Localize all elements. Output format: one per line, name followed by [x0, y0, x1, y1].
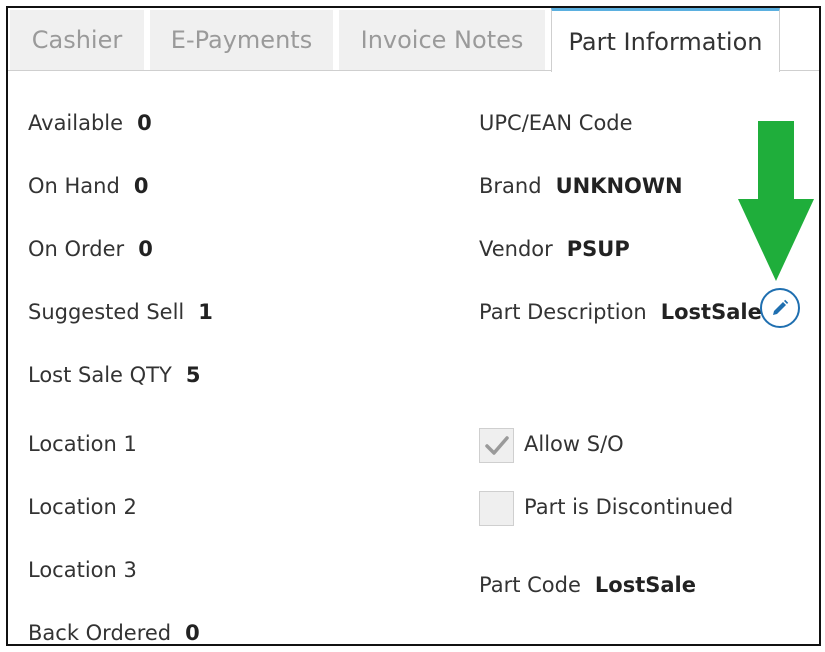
- checkmark-icon: [485, 436, 509, 455]
- discontinued-label: Part is Discontinued: [524, 495, 734, 519]
- tab-label: Cashier: [31, 26, 123, 54]
- brand-field: Brand UNKNOWN: [479, 174, 683, 198]
- field-value: 0: [138, 237, 153, 261]
- tab-e-payments[interactable]: E-Payments: [150, 10, 333, 70]
- field-label: Location 1: [28, 432, 137, 456]
- part-description-field: Part Description LostSale: [479, 300, 762, 324]
- suggested-sell-field: Suggested Sell 1: [28, 300, 213, 324]
- field-value: LostSale: [594, 573, 696, 597]
- location-3-field: Location 3: [28, 558, 151, 582]
- field-value: 0: [133, 174, 149, 198]
- lost-sale-qty-field: Lost Sale QTY 5: [28, 363, 200, 387]
- field-value: UNKNOWN: [555, 174, 683, 198]
- tab-label: Part Information: [568, 27, 763, 56]
- field-value: 5: [185, 363, 201, 387]
- vendor-field: Vendor PSUP: [479, 237, 630, 261]
- field-label: Back Ordered: [28, 621, 172, 645]
- location-2-field: Location 2: [28, 495, 151, 519]
- part-code-field: Part Code LostSale: [479, 573, 696, 597]
- field-label: Part Description: [479, 300, 647, 324]
- field-label: Location 2: [28, 495, 137, 519]
- field-label: On Hand: [28, 174, 120, 198]
- back-ordered-field: Back Ordered 0: [28, 621, 200, 645]
- field-value: LostSale: [660, 300, 762, 324]
- field-label: Available: [28, 111, 124, 135]
- part-info-panel: Cashier E-Payments Invoice Notes Part In…: [6, 6, 821, 646]
- field-label: Part Code: [479, 573, 581, 597]
- on-order-field: On Order 0: [28, 237, 153, 261]
- edit-description-button[interactable]: [760, 288, 800, 328]
- location-1-field: Location 1: [28, 432, 151, 456]
- field-value: PSUP: [566, 237, 630, 261]
- allow-so-label: Allow S/O: [524, 432, 624, 456]
- tab-cashier[interactable]: Cashier: [10, 10, 144, 70]
- field-label: Location 3: [28, 558, 137, 582]
- down-arrow-icon: [738, 121, 814, 281]
- tab-invoice-notes[interactable]: Invoice Notes: [339, 10, 545, 70]
- discontinued-checkbox[interactable]: [479, 491, 514, 526]
- allow-so-checkbox[interactable]: [479, 428, 514, 463]
- field-label: UPC/EAN Code: [479, 111, 633, 135]
- field-value: 0: [185, 621, 200, 645]
- upc-ean-field: UPC/EAN Code: [479, 111, 647, 135]
- on-hand-field: On Hand 0: [28, 174, 148, 198]
- field-value: 0: [137, 111, 152, 135]
- field-value: 1: [198, 300, 213, 324]
- available-field: Available 0: [28, 111, 152, 135]
- field-label: Lost Sale QTY: [28, 363, 172, 387]
- field-label: Brand: [479, 174, 542, 198]
- tab-bar: Cashier E-Payments Invoice Notes Part In…: [8, 8, 819, 72]
- pencil-icon: [773, 299, 789, 315]
- tab-label: E-Payments: [170, 26, 313, 54]
- field-label: On Order: [28, 237, 125, 261]
- tab-label: Invoice Notes: [360, 26, 524, 54]
- tab-part-information[interactable]: Part Information: [551, 8, 780, 72]
- field-label: Suggested Sell: [28, 300, 185, 324]
- field-label: Vendor: [479, 237, 553, 261]
